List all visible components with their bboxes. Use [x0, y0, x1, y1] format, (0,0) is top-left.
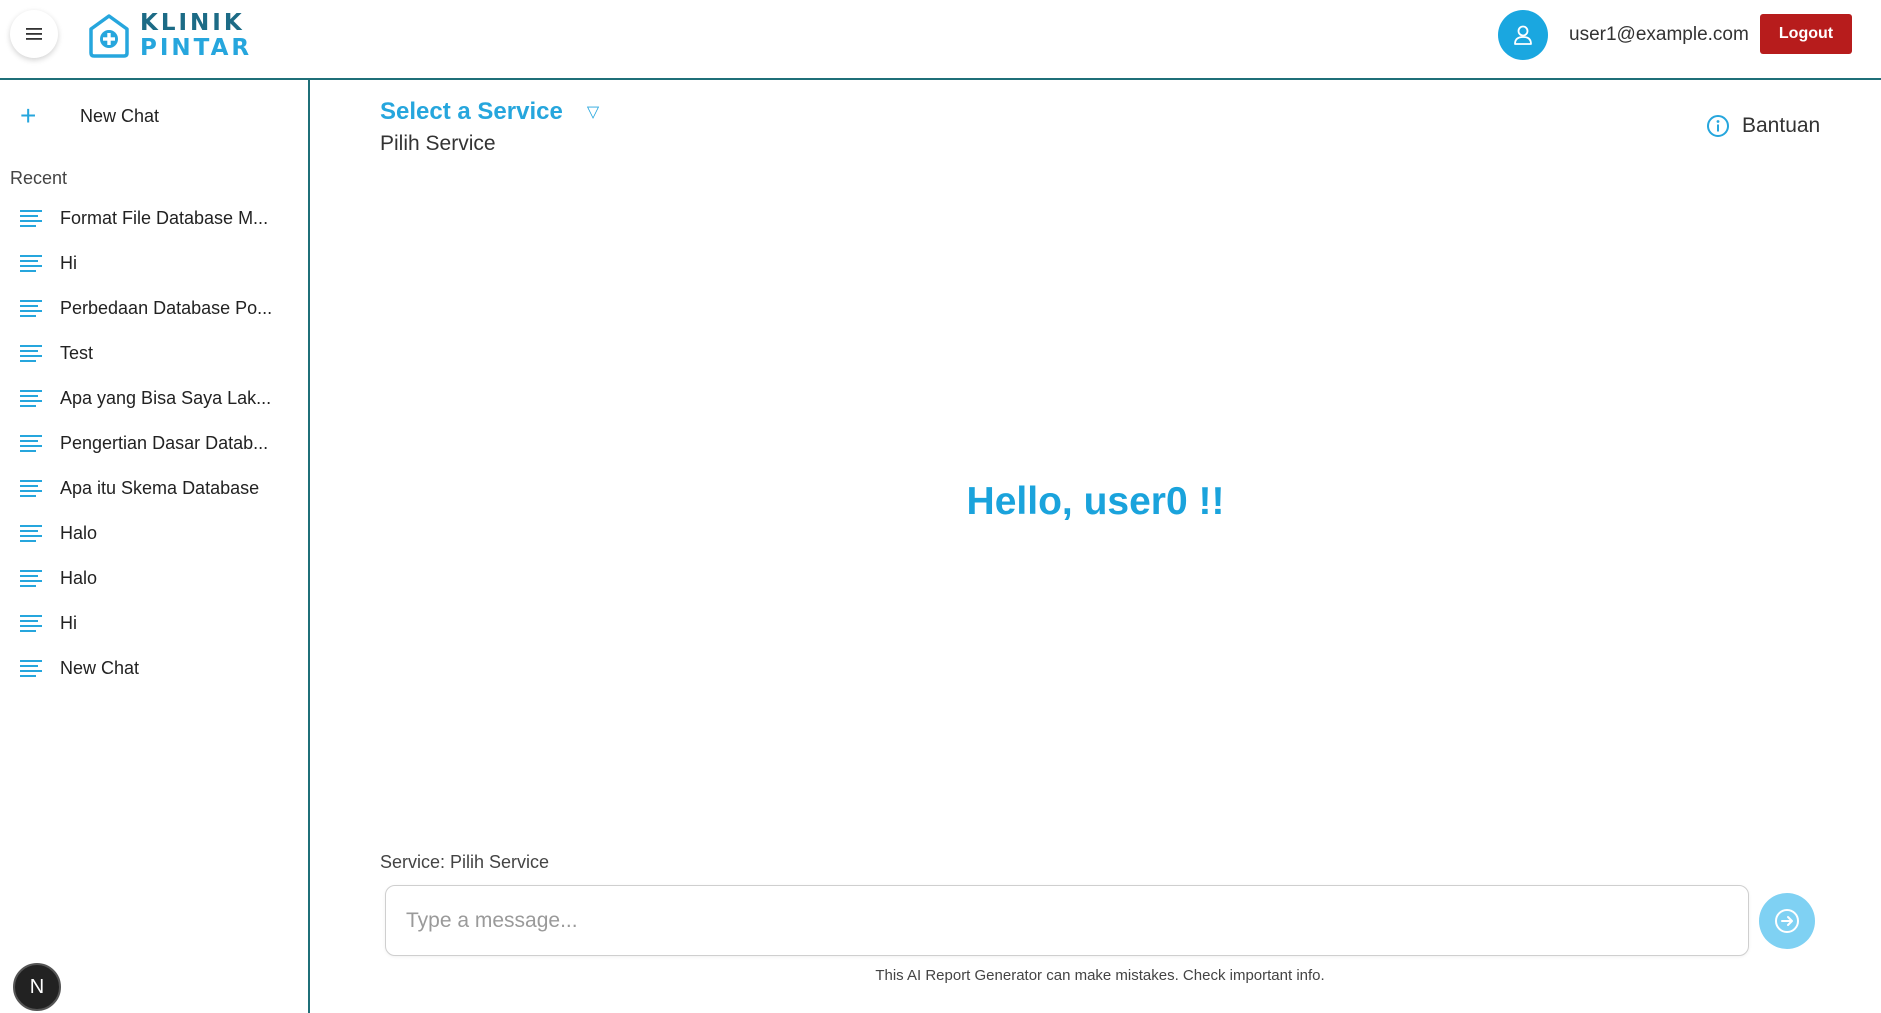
- text-lines-icon: [20, 435, 42, 452]
- text-lines-icon: [20, 570, 42, 587]
- send-arrow-icon: [1775, 909, 1799, 933]
- text-lines-icon: [20, 210, 42, 227]
- new-chat-button[interactable]: + New Chat: [20, 100, 159, 132]
- service-subtitle: Pilih Service: [380, 132, 496, 155]
- user-icon: [1514, 25, 1532, 45]
- chat-history-item[interactable]: Perbedaan Database Po...: [20, 286, 290, 331]
- chat-history-item[interactable]: Hi: [20, 241, 290, 286]
- logo-line-2: PINTAR: [140, 35, 253, 61]
- chat-history-label: New Chat: [60, 658, 140, 678]
- logout-button[interactable]: Logout: [1760, 14, 1852, 54]
- chat-history-item[interactable]: Pengertian Dasar Datab...: [20, 421, 290, 466]
- help-label: Bantuan: [1742, 114, 1821, 137]
- chat-history-label: Halo: [60, 568, 98, 588]
- recent-chat-list: Format File Database M... Hi Perbedaan Dat…: [20, 196, 290, 691]
- chat-history-item[interactable]: Apa yang Bisa Saya Lak...: [20, 376, 290, 421]
- logo-line-1: KLINIK: [140, 10, 245, 36]
- greeting: Hello, user0 !!: [966, 480, 1225, 523]
- text-lines-icon: [20, 660, 42, 677]
- chat-history-label: Perbedaan Database Po...: [60, 298, 273, 318]
- menu-button[interactable]: [10, 10, 58, 58]
- chat-history-label: Halo: [60, 523, 98, 543]
- disclaimer: This AI Report Generator can make mistak…: [875, 967, 1325, 984]
- logo[interactable]: KLINIK PINTAR: [88, 12, 252, 60]
- new-chat-label: New Chat: [80, 105, 160, 126]
- help-button[interactable]: Bantuan: [1706, 114, 1820, 138]
- chat-history-item[interactable]: Halo: [20, 511, 290, 556]
- chat-history-item[interactable]: Format File Database M...: [20, 196, 290, 241]
- chat-history-item[interactable]: Apa itu Skema Database: [20, 466, 290, 511]
- text-lines-icon: [20, 345, 42, 362]
- hamburger-menu-icon: [26, 28, 42, 40]
- chat-history-label: Apa itu Skema Database: [60, 478, 260, 498]
- sidebar: + New Chat Recent Format File Database M…: [0, 80, 310, 1013]
- user-email: user1@example.com: [1569, 24, 1749, 45]
- chat-history-label: Hi: [60, 253, 77, 273]
- current-service-label: Service: Pilih Service: [380, 852, 550, 872]
- logo-text: KLINIK PINTAR: [140, 12, 252, 60]
- n-badge[interactable]: N: [13, 963, 61, 1011]
- chat-history-label: Test: [60, 343, 94, 363]
- text-lines-icon: [20, 480, 42, 497]
- text-lines-icon: [20, 525, 42, 542]
- clinic-house-plus-icon: [89, 14, 129, 58]
- avatar[interactable]: [1498, 10, 1548, 60]
- message-input[interactable]: [385, 885, 1749, 956]
- chat-history-item[interactable]: Test: [20, 331, 290, 376]
- text-lines-icon: [20, 390, 42, 407]
- chat-history-label: Pengertian Dasar Datab...: [60, 433, 269, 453]
- service-select[interactable]: Select a Service ▽: [380, 98, 599, 126]
- text-lines-icon: [20, 615, 42, 632]
- text-lines-icon: [20, 300, 42, 317]
- text-lines-icon: [20, 255, 42, 272]
- service-title: Select a Service: [380, 98, 563, 125]
- chat-history-label: Hi: [60, 613, 77, 633]
- send-button[interactable]: [1759, 893, 1815, 949]
- plus-icon: +: [20, 100, 37, 131]
- info-icon: [1707, 115, 1729, 137]
- chat-history-item[interactable]: Halo: [20, 556, 290, 601]
- chevron-down-icon: ▽: [586, 104, 600, 121]
- chat-history-item[interactable]: Hi: [20, 601, 290, 646]
- app-header: KLINIK PINTAR user1@example.com Logout: [0, 0, 1881, 80]
- recent-heading: Recent: [10, 168, 68, 188]
- chat-history-item[interactable]: New Chat: [20, 646, 290, 691]
- chat-history-label: Apa yang Bisa Saya Lak...: [60, 388, 272, 408]
- chat-history-label: Format File Database M...: [60, 208, 269, 228]
